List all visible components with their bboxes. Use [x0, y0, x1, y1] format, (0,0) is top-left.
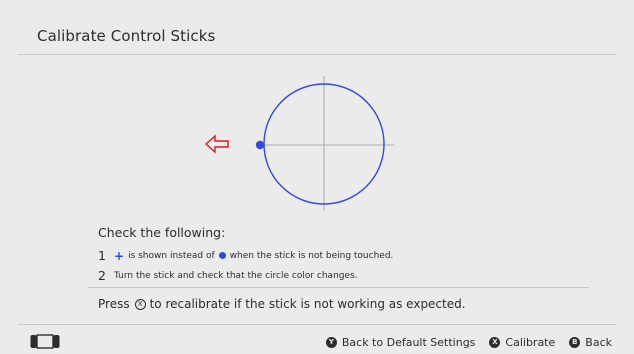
recalibrate-note: Press X to recalibrate if the stick is n… [98, 297, 466, 311]
calibrate-screen: Calibrate Control Sticks Check the follo… [0, 0, 634, 354]
calibrate-button[interactable]: X Calibrate [489, 336, 555, 349]
b-button-icon: B [569, 337, 581, 348]
instruction-step-1: 1 + is shown instead of when the stick i… [98, 248, 393, 263]
calibrate-label: Calibrate [505, 336, 556, 349]
stick-visualizer [200, 70, 420, 220]
instructions-divider [88, 287, 589, 288]
step-text-after: when the stick is not being touched. [229, 250, 394, 261]
x-button-icon: X [489, 337, 501, 348]
step-text: Turn the stick and check that the circle… [114, 270, 358, 281]
back-to-default-settings-button[interactable]: Y Back to Default Settings [325, 336, 476, 349]
recalibrate-suffix: to recalibrate if the stick is not worki… [149, 297, 466, 311]
back-label: Back [585, 336, 612, 349]
footer-actions: Y Back to Default Settings X Calibrate B… [325, 336, 612, 349]
footer-divider [18, 324, 616, 325]
recalibrate-prefix: Press [98, 297, 130, 311]
plus-icon: + [114, 248, 125, 263]
left-arrow-icon [204, 134, 229, 154]
y-button-icon: Y [325, 337, 337, 348]
stick-position-dot [255, 140, 265, 150]
dot-icon [218, 252, 226, 259]
step-number: 2 [98, 268, 106, 283]
console-icon [30, 334, 60, 349]
header-divider [18, 54, 616, 55]
page-title: Calibrate Control Sticks [37, 27, 216, 45]
x-button-icon: X [134, 298, 146, 310]
step-text-middle: is shown instead of [128, 250, 215, 261]
stick-visualizer-graphic [204, 76, 394, 211]
step-number: 1 [98, 248, 106, 263]
instructions-title: Check the following: [98, 225, 226, 240]
back-to-default-settings-label: Back to Default Settings [341, 336, 476, 349]
instruction-step-2: 2 Turn the stick and check that the circ… [98, 268, 358, 283]
back-button[interactable]: B Back [569, 336, 612, 349]
